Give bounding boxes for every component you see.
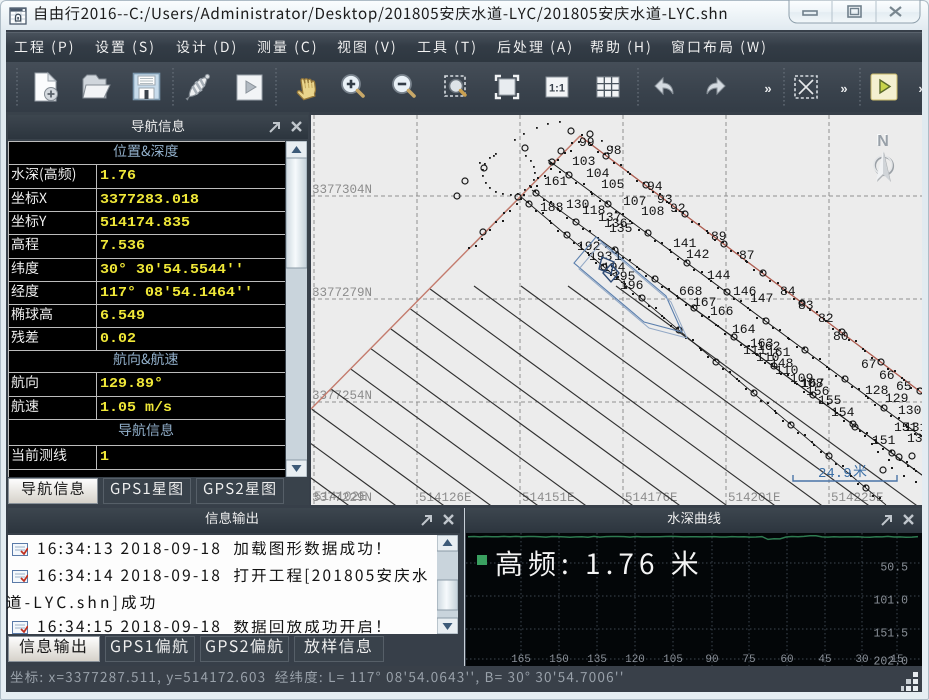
svg-text:87: 87 <box>739 248 755 263</box>
svg-text:130: 130 <box>898 403 921 418</box>
svg-text:147: 147 <box>750 291 773 306</box>
svg-text:151.5: 151.5 <box>873 628 908 641</box>
svg-text:90: 90 <box>705 654 718 666</box>
svg-text:144: 144 <box>707 268 731 283</box>
svg-text:101.0: 101.0 <box>873 595 908 608</box>
svg-text:120: 120 <box>625 654 645 666</box>
svg-text:66: 66 <box>879 368 895 383</box>
svg-text:3377304N: 3377304N <box>312 183 372 197</box>
svg-text:514151E: 514151E <box>522 491 575 505</box>
svg-text:15: 15 <box>890 654 903 666</box>
svg-text:161: 161 <box>767 345 791 360</box>
svg-text:142: 142 <box>686 247 709 262</box>
svg-text:82: 82 <box>818 311 834 326</box>
svg-text:131: 131 <box>904 420 922 435</box>
svg-text:N: N <box>877 133 889 150</box>
svg-text:105: 105 <box>663 654 683 666</box>
svg-text:45: 45 <box>818 654 831 666</box>
svg-text:1:1: 1:1 <box>549 83 565 95</box>
svg-text:67: 67 <box>861 357 877 372</box>
svg-text:161: 161 <box>544 174 568 189</box>
svg-text:98: 98 <box>606 143 622 158</box>
svg-text:188: 188 <box>540 200 563 215</box>
svg-text:83: 83 <box>798 298 814 313</box>
svg-text:24.9: 24.9 <box>818 466 852 482</box>
svg-text:60: 60 <box>780 654 793 666</box>
svg-text:50.5: 50.5 <box>880 562 908 575</box>
svg-text:514201E: 514201E <box>728 491 781 505</box>
svg-text:80: 80 <box>833 329 849 344</box>
svg-text:65: 65 <box>896 379 912 394</box>
svg-text:75: 75 <box>742 654 755 666</box>
svg-text:135: 135 <box>587 654 607 666</box>
svg-text:196: 196 <box>620 278 643 293</box>
svg-text:164: 164 <box>732 322 756 337</box>
svg-text:166: 166 <box>710 304 733 319</box>
svg-text:»: » <box>918 81 922 96</box>
svg-text:105: 105 <box>601 177 624 192</box>
svg-text:»: » <box>840 81 847 96</box>
svg-text:1: 1 <box>614 249 622 264</box>
svg-text:154: 154 <box>831 405 855 420</box>
svg-text:3377254N: 3377254N <box>312 389 372 403</box>
svg-text:514102E: 514102E <box>314 490 367 504</box>
svg-text:165: 165 <box>511 654 531 666</box>
svg-text:514225E: 514225E <box>831 491 884 505</box>
svg-text:99: 99 <box>579 135 595 150</box>
svg-text:89: 89 <box>711 229 727 244</box>
svg-text:3377279N: 3377279N <box>312 286 372 300</box>
svg-text:151: 151 <box>872 433 896 448</box>
svg-text:92: 92 <box>670 201 686 216</box>
svg-text:135: 135 <box>609 221 632 236</box>
svg-text:84: 84 <box>780 284 796 299</box>
svg-text:150: 150 <box>549 654 569 666</box>
svg-text:30: 30 <box>855 654 868 666</box>
svg-text:»: » <box>764 81 771 96</box>
